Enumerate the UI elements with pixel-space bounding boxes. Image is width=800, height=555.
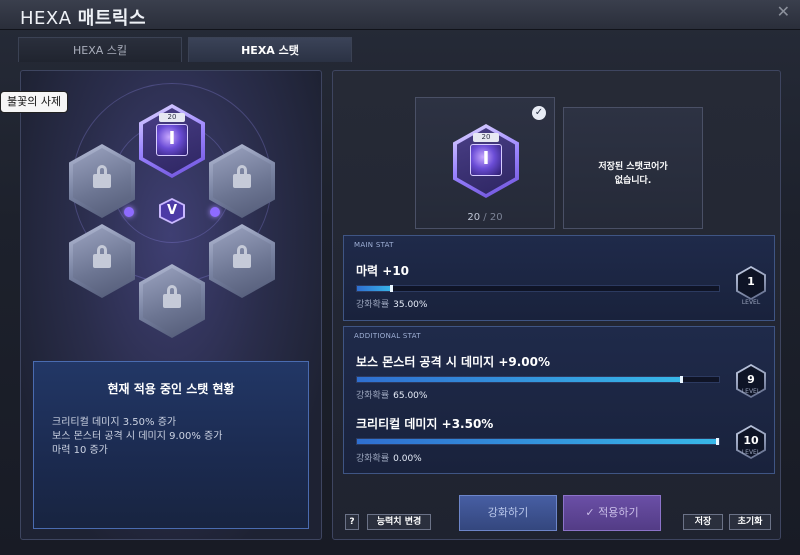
lock-icon [93,165,111,190]
tab-hexa-skill[interactable]: HEXA 스킬 [18,37,182,62]
current-stat-line: 보스 몬스터 공격 시 데미지 9.00% 증가 [52,431,223,442]
additional-stat-name: 보스 몬스터 공격 시 데미지 +9.00% [356,355,551,369]
probability-label: 강화확률 [356,454,390,464]
current-stat-title: 현재 적용 중인 스탯 현황 [107,382,235,396]
current-stat-summary: 현재 적용 중인 스탯 현황 크리티컬 데미지 3.50% 증가 보스 몬스터 … [33,361,309,529]
lock-icon [233,245,251,270]
additional-stat-header: ADDITIONAL STAT [354,332,421,340]
lock-icon [233,165,251,190]
core-count: 20 / 20 [416,212,554,223]
additional-stat-name: 크리티컬 데미지 +3.50% [356,417,494,431]
additional-stat-box: ADDITIONAL STAT 보스 몬스터 공격 시 데미지 +9.00% 강… [343,326,775,474]
level-label: LEVEL [741,449,761,456]
change-stat-button[interactable]: 능력치 변경 [367,514,431,530]
stat-core-icon: I [470,144,502,176]
check-icon: ✓ [532,106,546,120]
main-stat-name: 마력 +10 [356,264,410,278]
probability-label: 강화확률 [356,391,390,401]
main-stat-level-badge: 1 [736,266,766,300]
level-label: LEVEL [741,299,761,306]
saved-core-slot[interactable]: 저장된 스탯코어가 없습니다. [563,107,703,229]
selected-core-slot[interactable]: ✓ 20 I 20 / 20 [415,97,555,229]
core-count-current: 20 [467,212,481,223]
current-stat-line: 크리티컬 데미지 3.50% 증가 [52,417,177,428]
close-icon[interactable]: ✕ [777,2,790,21]
core-count-max: 20 [489,212,503,223]
core-layout-panel: 20 I V 현재 적용 중인 스탯 현황 크리티컬 데미지 3.50% 증가 … [20,70,322,540]
core-count-separator: / [480,212,490,223]
current-stat-line: 마력 10 증가 [52,445,108,456]
tab-hexa-stat[interactable]: HEXA 스탯 [188,37,352,62]
saved-core-line: 없습니다. [614,176,652,186]
core-level-badge: 20 [159,113,185,122]
saved-core-line: 저장된 스탯코어가 [598,162,668,172]
reset-button[interactable]: 초기화 [729,514,771,530]
probability-value: 0.00% [393,454,422,464]
lock-icon [93,245,111,270]
hexa-matrix-window: HEXA 매트릭스 ✕ HEXA 스킬 HEXA 스탯 불꽃의 사제 20 I [0,0,800,555]
additional-stat-progress-bar [356,438,720,445]
window-title-main: 매트릭스 [77,8,147,29]
level-number: 1 [738,268,764,298]
progress-marker [679,376,683,383]
window-title: HEXA 매트릭스 [20,4,146,30]
additional-stat-probability: 강화확률 0.00% [356,451,422,464]
save-button[interactable]: 저장 [683,514,723,530]
core-level-badge: 20 [473,133,499,142]
probability-label: 강화확률 [356,300,390,310]
window-title-prefix: HEXA [20,8,72,29]
main-stat-box: MAIN STAT 마력 +10 강화확률 35.00% 1 LEVEL [343,235,775,321]
progress-fill [357,286,394,291]
additional-stat-progress-bar [356,376,720,383]
link-node-icon [124,207,134,217]
progress-marker [390,285,394,292]
saved-core-message: 저장된 스탯코어가 없습니다. [564,160,702,188]
stat-core-glyph: I [482,148,490,169]
stat-core-glyph: I [168,128,176,149]
main-stat-progress-bar [356,285,720,292]
center-emblem-glyph: V [161,200,183,222]
main-stat-probability: 강화확률 35.00% [356,297,427,310]
additional-stat-probability: 강화확률 65.00% [356,388,427,401]
probability-value: 65.00% [393,391,428,401]
stat-core-icon: I [156,124,188,156]
stat-detail-panel: ✓ 20 I 20 / 20 저장된 스탯코어가 없습니다. MAIN STAT… [332,70,781,540]
enhance-button[interactable]: 강화하기 [459,495,557,531]
progress-fill [357,439,719,444]
link-node-icon [210,207,220,217]
current-stat-lines: 크리티컬 데미지 3.50% 증가 보스 몬스터 공격 시 데미지 9.00% … [52,416,222,458]
probability-value: 35.00% [393,300,428,310]
selected-core-hex: 20 I [453,124,519,198]
main-stat-header: MAIN STAT [354,241,394,249]
progress-marker [716,438,719,445]
lock-icon [163,285,181,310]
character-name-tooltip: 불꽃의 사제 [0,91,69,113]
title-bar[interactable]: HEXA 매트릭스 ✕ [0,0,800,30]
help-button[interactable]: ? [345,514,359,530]
progress-fill [357,377,683,382]
apply-button[interactable]: ✓ 적용하기 [563,495,661,531]
level-label: LEVEL [741,388,761,395]
